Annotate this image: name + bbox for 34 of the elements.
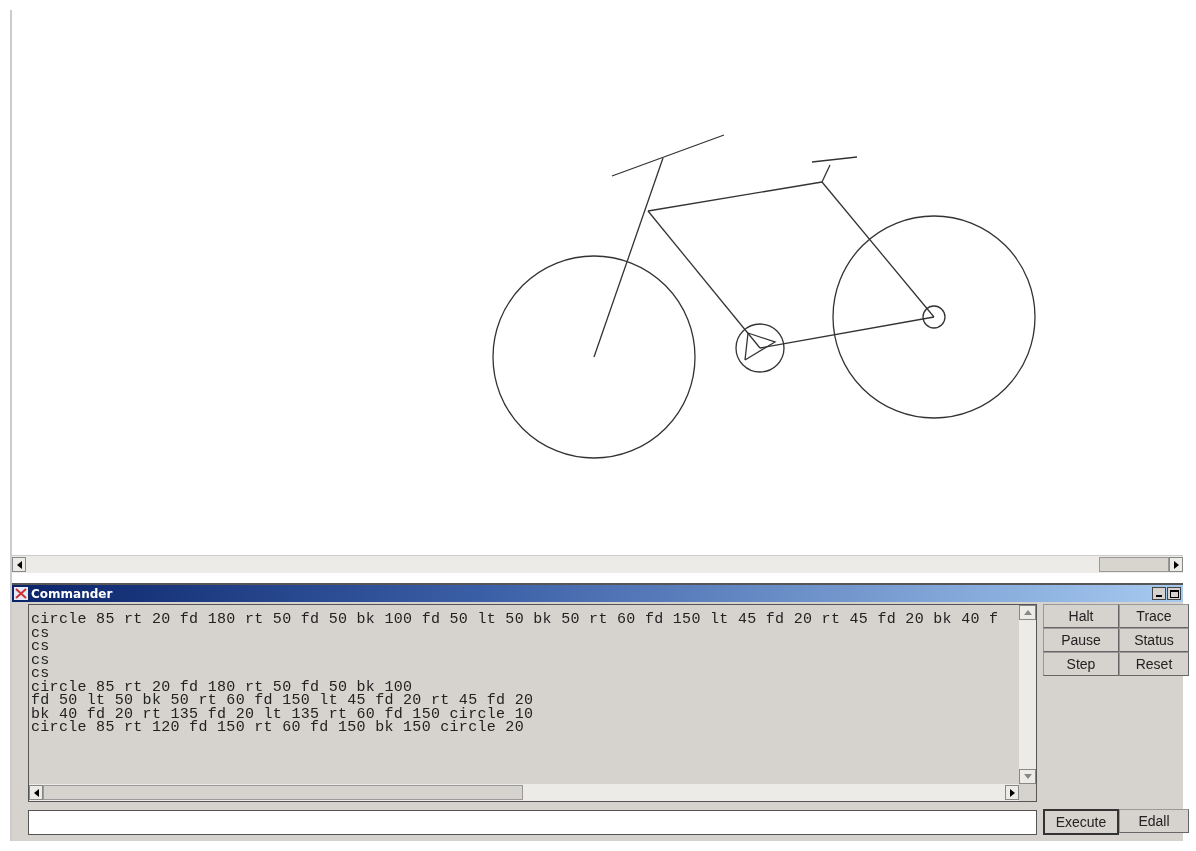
history-line: bk 40 fd 20 rt 135 fd 20 lt 135 rt 60 fd 150 circle 10 [31,707,534,721]
command-button[interactable]: Pause [1043,628,1119,652]
history-line: circle 85 rt 120 fd 150 rt 60 fd 150 bk 150 circle 20 [31,721,524,735]
history-line: cs [31,653,50,667]
left-arrow-icon [33,788,39,797]
right-arrow-icon [1009,788,1015,797]
down-arrow-icon [1023,774,1032,779]
right-arrow-icon [1173,560,1179,569]
history-line: fd 50 lt 50 bk 50 rt 60 fd 150 lt 45 fd 20 rt 45 fd 20 [31,694,534,708]
history-line: cs [31,667,50,681]
up-arrow-icon [1023,610,1032,615]
execute-button[interactable]: Execute [1043,809,1119,835]
history-line: cs [31,640,50,654]
command-button[interactable]: Reset [1119,652,1189,676]
scroll-left-button[interactable] [29,785,43,800]
scroll-right-button[interactable] [1005,785,1019,800]
maximize-icon [1169,589,1179,598]
command-button[interactable]: Halt [1043,604,1119,628]
command-button[interactable]: Step [1043,652,1119,676]
minimize-icon [1156,595,1162,599]
scroll-up-button[interactable] [1019,605,1036,620]
command-button[interactable]: Status [1119,628,1189,652]
history-line: circle 85 rt 20 fd 180 rt 50 fd 50 bk 100 fd 50 lt 50 bk 50 rt 60 fd 150 lt 45 fd 20 rt 45 fd 20 bk 40 f [31,613,999,627]
scroll-left-button[interactable] [12,557,26,572]
command-button[interactable]: Trace [1119,604,1189,628]
app-icon [14,587,28,600]
history-line: circle 85 rt 20 fd 180 rt 50 fd 50 bk 100 [31,680,413,694]
left-arrow-icon [16,560,22,569]
window-title: Commander [31,586,113,601]
minimize-button[interactable] [1152,587,1166,600]
maximize-button[interactable] [1167,587,1181,600]
edall-button[interactable]: Edall [1119,809,1189,833]
scroll-right-button[interactable] [1169,557,1183,572]
history-line: cs [31,626,50,640]
